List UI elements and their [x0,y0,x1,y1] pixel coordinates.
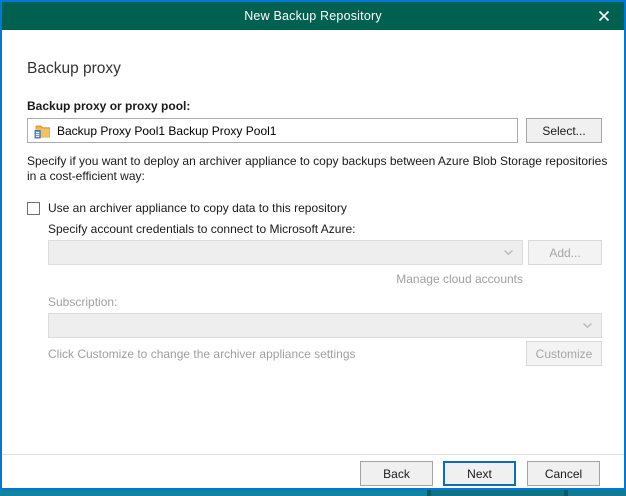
close-icon [598,10,610,22]
back-button[interactable]: Back [360,461,433,486]
archiver-description: Specify if you want to deploy an archive… [27,154,615,184]
title-bar[interactable]: New Backup Repository [2,2,624,30]
chevron-down-icon [503,249,514,256]
dialog-body: Backup proxy Backup proxy or proxy pool:… [2,30,624,488]
proxy-pool-icon [34,122,51,139]
archiver-checkbox-row: Use an archiver appliance to copy data t… [27,201,347,215]
proxy-pool-label: Backup proxy or proxy pool: [27,99,190,113]
background-window-edge [0,490,626,496]
close-button[interactable] [584,2,624,30]
manage-cloud-accounts-link: Manage cloud accounts [48,272,523,286]
subscription-dropdown [48,313,602,338]
credentials-dropdown [48,240,523,265]
archiver-checkbox-label: Use an archiver appliance to copy data t… [48,201,347,215]
cancel-button[interactable]: Cancel [527,461,600,486]
chevron-down-icon [582,322,593,329]
screen: New Backup Repository Backup proxy Backu… [0,0,626,496]
proxy-pool-input[interactable]: Backup Proxy Pool1 Backup Proxy Pool1 [27,118,518,143]
credentials-label: Specify account credentials to connect t… [48,222,356,236]
select-button[interactable]: Select... [526,118,602,143]
customize-button: Customize [526,341,602,366]
next-button[interactable]: Next [443,461,516,486]
window-title: New Backup Repository [244,9,382,23]
archiver-checkbox[interactable] [27,202,40,215]
footer-divider [2,454,624,455]
new-backup-repository-dialog: New Backup Repository Backup proxy Backu… [0,0,626,490]
customize-hint: Click Customize to change the archiver a… [48,347,356,361]
proxy-pool-value: Backup Proxy Pool1 Backup Proxy Pool1 [57,124,276,138]
add-button: Add... [528,240,602,265]
subscription-label: Subscription: [48,295,117,309]
page-title: Backup proxy [27,60,121,78]
